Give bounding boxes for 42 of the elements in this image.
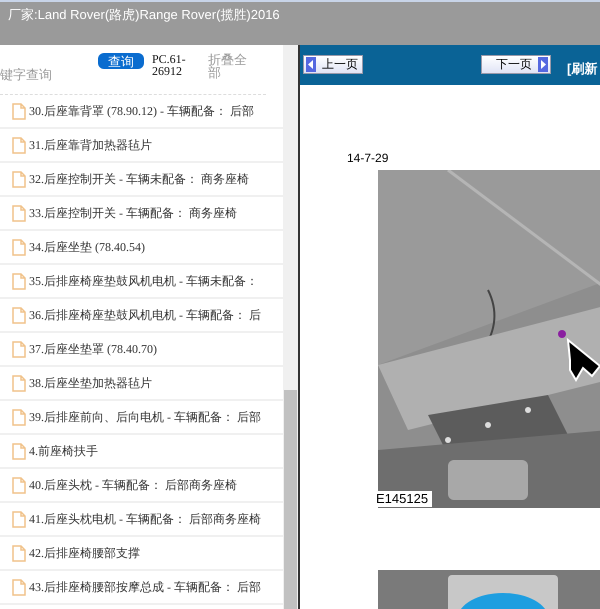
document-icon [12, 374, 26, 392]
document-icon [12, 306, 26, 324]
tree-item[interactable]: 40.后座头枕 - 车辆配备： 后部商务座椅 [0, 469, 283, 503]
document-icon [12, 510, 26, 528]
document-icon [12, 408, 26, 426]
date-label: 14-7-29 [347, 150, 388, 167]
window-title: 厂家:Land Rover(路虎)Range Rover(揽胜)2016 [8, 7, 280, 22]
right-arrow-icon [538, 57, 548, 72]
tree-item[interactable]: 36.后排座椅座垫鼓风机电机 - 车辆配备： 后 [0, 299, 283, 333]
tree-item[interactable]: 31.后座靠背加热器毡片 [0, 129, 283, 163]
document-icon [12, 442, 26, 460]
document-icon [12, 476, 26, 494]
tree-item[interactable]: 32.后座控制开关 - 车辆未配备： 商务座椅 [0, 163, 283, 197]
tree-item[interactable]: 35.后排座椅座垫鼓风机电机 - 车辆未配备： [0, 265, 283, 299]
tree-item[interactable]: 34.后座坐垫 (78.40.54) [0, 231, 283, 265]
document-icon [12, 102, 26, 120]
tree-item[interactable]: 42.后排座椅腰部支撑 [0, 537, 283, 571]
tree-item[interactable]: 4.前座椅扶手 [0, 435, 283, 469]
left-arrow-icon [306, 57, 316, 72]
document-icon [12, 272, 26, 290]
document-icon [12, 578, 26, 596]
document-icon [12, 170, 26, 188]
next-page-button[interactable]: 下一页 [481, 55, 551, 74]
scrollbar[interactable] [283, 45, 298, 609]
tree-item[interactable]: 33.后座控制开关 - 车辆配备： 商务座椅 [0, 197, 283, 231]
tree-item[interactable]: 41.后座头枕电机 - 车辆配备： 后部商务座椅 [0, 503, 283, 537]
tree-item[interactable]: 37.后座坐垫罩 (78.40.70) [0, 333, 283, 367]
document-icon [12, 340, 26, 358]
tree-item[interactable]: 39.后排座前向、后向电机 - 车辆配备： 后部 [0, 401, 283, 435]
document-icon [12, 136, 26, 154]
document-icon [12, 204, 26, 222]
search-button[interactable]: 查询 [98, 53, 144, 69]
refresh-link[interactable]: [刷新 [567, 59, 598, 78]
tree-item[interactable]: 30.后座靠背罩 (78.90.12) - 车辆配备： 后部 [0, 95, 283, 129]
previous-page-button[interactable]: 上一页 [303, 55, 363, 74]
document-icon [12, 238, 26, 256]
part-code: PC.61-26912 [152, 53, 187, 80]
document-icon [12, 544, 26, 562]
tree-item[interactable]: 38.后座坐垫加热器毡片 [0, 367, 283, 401]
tree-item[interactable]: 43.后排座椅腰部按摩总成 - 车辆配备： 后部 [0, 571, 283, 605]
figure-caption: E145125 [376, 491, 432, 507]
scrollbar-thumb[interactable] [284, 390, 297, 609]
